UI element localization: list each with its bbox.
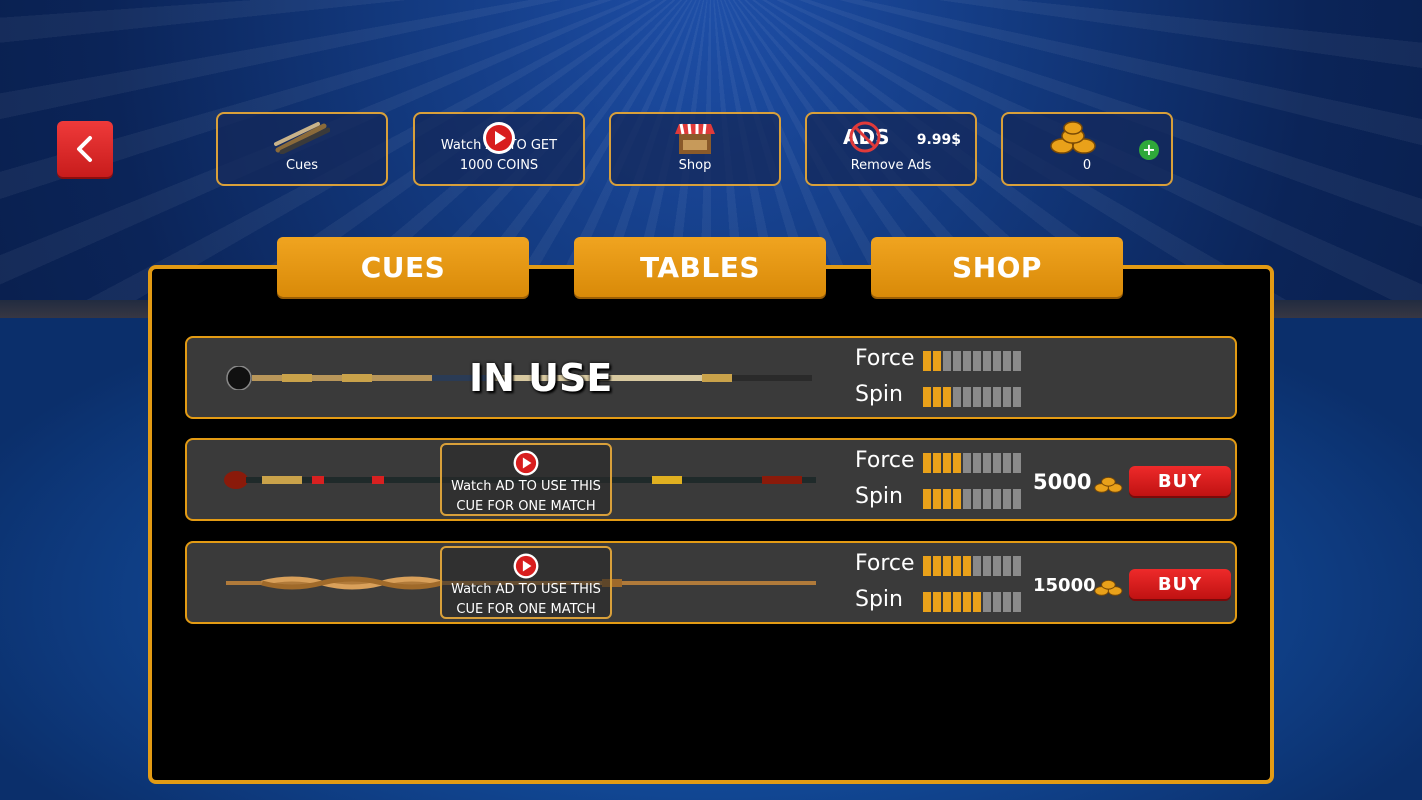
force-label-1: Force	[855, 346, 915, 371]
add-coins-icon[interactable]: +	[1139, 140, 1159, 160]
spin-bars-3	[923, 592, 1021, 612]
shop-icon	[675, 123, 715, 154]
shop-button-label: Shop	[678, 158, 712, 173]
chevron-left-icon	[77, 136, 92, 162]
play-icon	[513, 553, 539, 579]
cue-price-2: 5000	[1033, 470, 1092, 494]
coins-icon	[1094, 477, 1123, 493]
play-icon	[483, 122, 515, 154]
coins-balance-value: 0	[1082, 158, 1092, 173]
cue-price-3: 15000	[1033, 575, 1096, 596]
tab-cues[interactable]: CUES	[277, 237, 529, 297]
tab-shop[interactable]: SHOP	[871, 237, 1123, 297]
force-label-2: Force	[855, 448, 915, 473]
force-bars-1	[923, 351, 1021, 371]
in-use-badge: IN USE	[469, 356, 613, 400]
coins-icon	[1049, 121, 1096, 154]
watch-ad-cue-button-2[interactable]: Watch AD TO USE THIS CUE FOR ONE MATCH	[440, 443, 612, 516]
coins-balance-button[interactable]: 0 +	[1001, 112, 1173, 186]
cues-button-label: Cues	[285, 158, 319, 173]
no-ads-icon: ADS	[843, 121, 890, 153]
force-bars-3	[923, 556, 1021, 576]
back-button[interactable]	[57, 121, 113, 177]
cue-row-3[interactable]: Watch AD TO USE THIS CUE FOR ONE MATCH F…	[185, 541, 1237, 624]
spin-bars-2	[923, 489, 1021, 509]
coins-icon	[1094, 580, 1123, 596]
remove-ads-label: Remove Ads	[850, 158, 932, 173]
tab-tables[interactable]: TABLES	[574, 237, 826, 297]
cue-row-2[interactable]: Watch AD TO USE THIS CUE FOR ONE MATCH F…	[185, 438, 1237, 521]
buy-button-3[interactable]: BUY	[1129, 569, 1231, 599]
spin-label-3: Spin	[855, 587, 903, 612]
watch-ad-coins-button[interactable]: Watch AD TO GET 1000 COINS	[413, 112, 585, 186]
play-icon	[513, 450, 539, 476]
buy-button-2[interactable]: BUY	[1129, 466, 1231, 496]
cues-icon	[274, 122, 330, 154]
cues-button[interactable]: Cues	[216, 112, 388, 186]
watch-ad-cue-label-3: Watch AD TO USE THIS CUE FOR ONE MATCH	[451, 582, 601, 617]
watch-ad-cue-label-2: Watch AD TO USE THIS CUE FOR ONE MATCH	[451, 479, 601, 514]
spin-bars-1	[923, 387, 1021, 407]
watch-ad-cue-button-3[interactable]: Watch AD TO USE THIS CUE FOR ONE MATCH	[440, 546, 612, 619]
spin-label-1: Spin	[855, 382, 903, 407]
shop-button[interactable]: Shop	[609, 112, 781, 186]
cue-row-1[interactable]: IN USE Force Spin	[185, 336, 1237, 419]
spin-label-2: Spin	[855, 484, 903, 509]
remove-ads-button[interactable]: ADS 9.99$ Remove Ads	[805, 112, 977, 186]
remove-ads-price: 9.99$	[916, 132, 961, 148]
force-bars-2	[923, 453, 1021, 473]
force-label-3: Force	[855, 551, 915, 576]
